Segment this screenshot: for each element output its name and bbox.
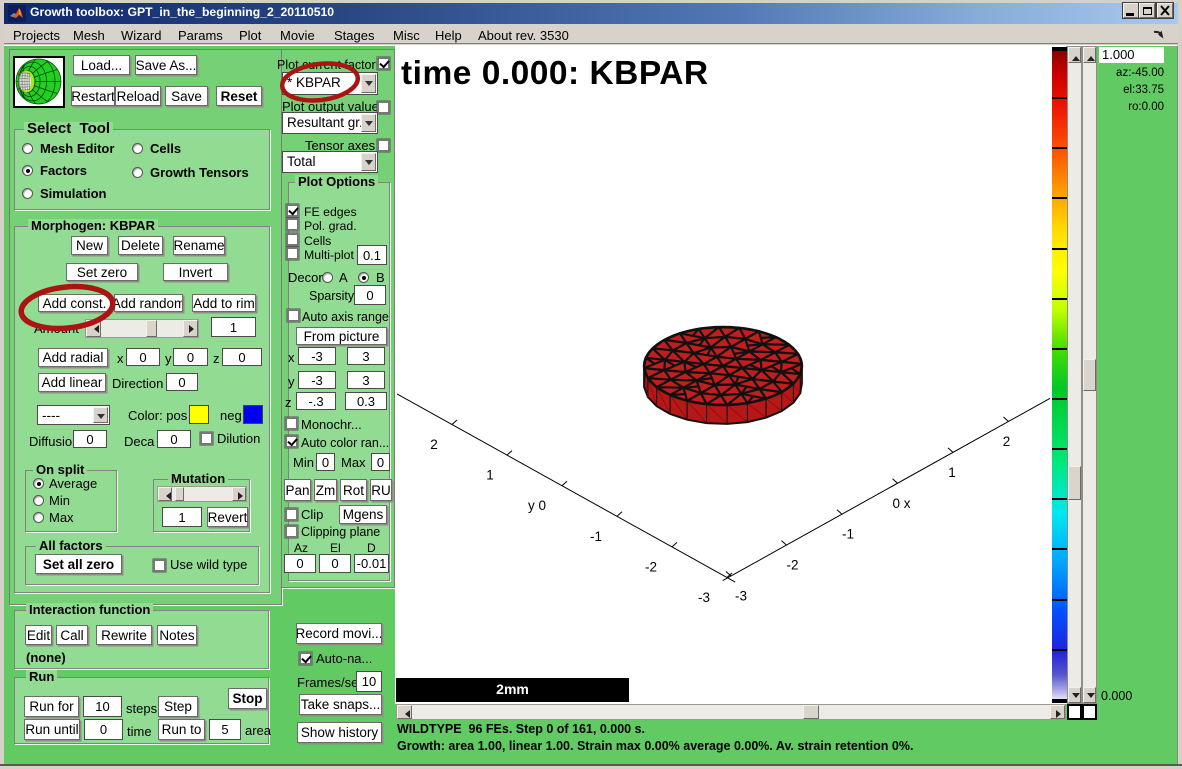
svg-text:-1: -1 — [842, 527, 854, 542]
svg-text:-3: -3 — [698, 590, 710, 605]
svg-text:-3: -3 — [735, 589, 747, 604]
svg-text:-1: -1 — [590, 529, 602, 544]
svg-text:1: 1 — [486, 468, 494, 483]
svg-text:1: 1 — [948, 465, 956, 480]
svg-text:-2: -2 — [786, 558, 798, 573]
svg-text:2: 2 — [1003, 434, 1011, 449]
svg-text:0 x: 0 x — [892, 496, 910, 511]
svg-text:-2: -2 — [645, 559, 657, 574]
svg-text:2: 2 — [430, 437, 438, 452]
svg-text:y 0: y 0 — [528, 498, 546, 513]
